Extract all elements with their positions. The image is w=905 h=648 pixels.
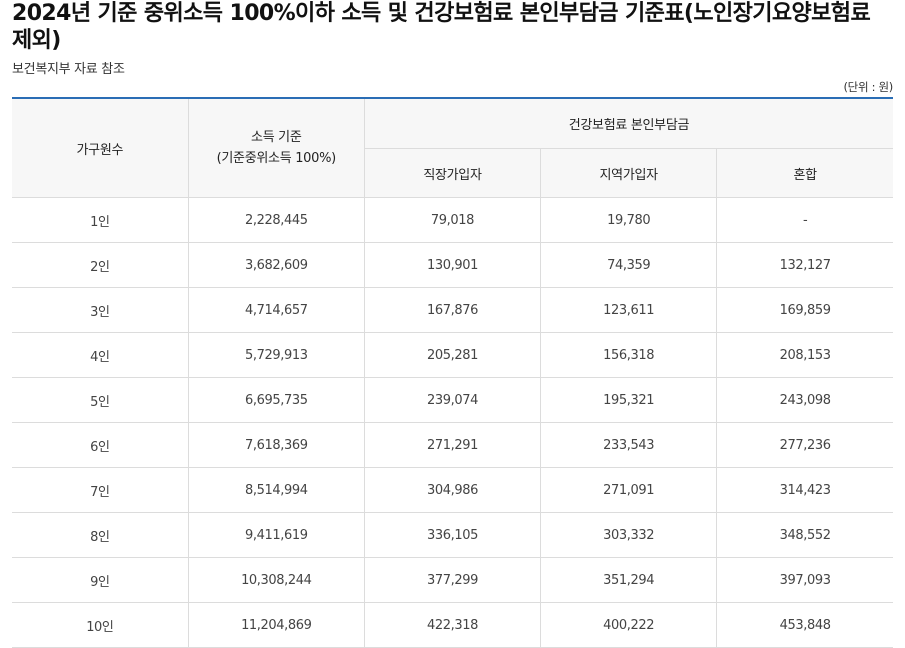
cell-regional: 271,091	[540, 467, 718, 513]
header-income-line2: (기준중위소득 100%)	[216, 151, 337, 166]
cell-income: 3,682,609	[188, 242, 365, 288]
cell-employee: 239,074	[364, 377, 542, 423]
cell-income: 6,695,735	[188, 377, 365, 423]
cell-regional: 400,222	[540, 602, 718, 648]
cell-employee: 205,281	[364, 332, 542, 378]
table-row: 3인 4,714,657 167,876 123,611 169,859	[12, 287, 893, 333]
cell-household: 8인	[12, 512, 189, 558]
cell-mixed: 277,236	[716, 422, 893, 468]
cell-employee: 271,291	[364, 422, 542, 468]
cell-employee: 422,318	[364, 602, 542, 648]
table-row: 2인 3,682,609 130,901 74,359 132,127	[12, 242, 893, 288]
cell-regional: 19,780	[540, 197, 718, 243]
table-row: 6인 7,618,369 271,291 233,543 277,236	[12, 422, 893, 468]
cell-mixed: 243,098	[716, 377, 893, 423]
header-employee: 직장가입자	[364, 148, 542, 198]
cell-household: 7인	[12, 467, 189, 513]
cell-mixed: 314,423	[716, 467, 893, 513]
cell-regional: 303,332	[540, 512, 718, 558]
table-row: 1인 2,228,445 79,018 19,780 -	[12, 197, 893, 243]
page-title: 2024년 기준 중위소득 100%이하 소득 및 건강보험료 본인부담금 기준…	[12, 1, 871, 53]
income-premium-table: 가구원수 소득 기준 (기준중위소득 100%) 건강보험료 본인부담금 직장가…	[12, 97, 893, 648]
cell-regional: 74,359	[540, 242, 718, 288]
cell-household: 10인	[12, 602, 189, 648]
header-premium-group: 건강보험료 본인부담금	[364, 97, 893, 149]
unit-note: (단위 : 원)	[843, 80, 894, 94]
cell-mixed: -	[716, 197, 893, 243]
cell-mixed: 453,848	[716, 602, 893, 648]
table-header: 가구원수 소득 기준 (기준중위소득 100%) 건강보험료 본인부담금 직장가…	[12, 97, 893, 198]
header-income-line1: 소득 기준	[251, 130, 302, 145]
source-note: 보건복지부 자료 참조	[12, 62, 125, 77]
cell-income: 2,228,445	[188, 197, 365, 243]
cell-mixed: 208,153	[716, 332, 893, 378]
cell-household: 9인	[12, 557, 189, 603]
cell-income: 10,308,244	[188, 557, 365, 603]
header-mixed: 혼합	[716, 148, 893, 198]
cell-household: 5인	[12, 377, 189, 423]
table-row: 4인 5,729,913 205,281 156,318 208,153	[12, 332, 893, 378]
cell-regional: 351,294	[540, 557, 718, 603]
header-household: 가구원수	[12, 97, 189, 198]
cell-regional: 233,543	[540, 422, 718, 468]
cell-employee: 336,105	[364, 512, 542, 558]
cell-income: 8,514,994	[188, 467, 365, 513]
cell-employee: 377,299	[364, 557, 542, 603]
table-row: 10인 11,204,869 422,318 400,222 453,848	[12, 602, 893, 648]
cell-regional: 123,611	[540, 287, 718, 333]
cell-mixed: 132,127	[716, 242, 893, 288]
header-regional: 지역가입자	[540, 148, 718, 198]
cell-income: 11,204,869	[188, 602, 365, 648]
cell-income: 9,411,619	[188, 512, 365, 558]
cell-household: 3인	[12, 287, 189, 333]
cell-regional: 195,321	[540, 377, 718, 423]
cell-employee: 304,986	[364, 467, 542, 513]
cell-income: 4,714,657	[188, 287, 365, 333]
cell-income: 7,618,369	[188, 422, 365, 468]
header-income: 소득 기준 (기준중위소득 100%)	[188, 97, 365, 198]
cell-regional: 156,318	[540, 332, 718, 378]
cell-employee: 167,876	[364, 287, 542, 333]
cell-mixed: 348,552	[716, 512, 893, 558]
cell-mixed: 169,859	[716, 287, 893, 333]
cell-household: 2인	[12, 242, 189, 288]
table-row: 7인 8,514,994 304,986 271,091 314,423	[12, 467, 893, 513]
cell-household: 6인	[12, 422, 189, 468]
cell-mixed: 397,093	[716, 557, 893, 603]
cell-household: 1인	[12, 197, 189, 243]
cell-employee: 130,901	[364, 242, 542, 288]
table-row: 5인 6,695,735 239,074 195,321 243,098	[12, 377, 893, 423]
table-row: 9인 10,308,244 377,299 351,294 397,093	[12, 557, 893, 603]
table-row: 8인 9,411,619 336,105 303,332 348,552	[12, 512, 893, 558]
cell-household: 4인	[12, 332, 189, 378]
cell-employee: 79,018	[364, 197, 542, 243]
page: 2024년 기준 중위소득 100%이하 소득 및 건강보험료 본인부담금 기준…	[0, 0, 905, 648]
cell-income: 5,729,913	[188, 332, 365, 378]
table-body: 1인 2,228,445 79,018 19,780 - 2인 3,682,60…	[12, 197, 893, 648]
